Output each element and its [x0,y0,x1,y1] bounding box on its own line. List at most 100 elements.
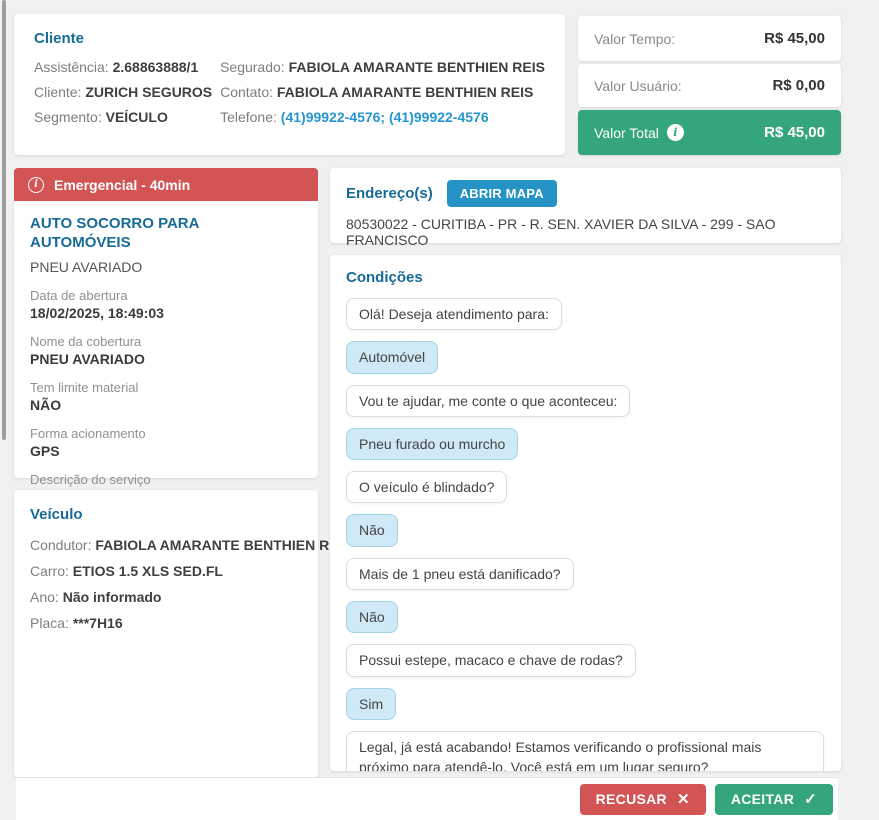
segmento-label: Segmento: [34,109,102,125]
chat-message-user: Não [346,601,825,633]
forma-acionamento-value: GPS [30,443,302,459]
limite-material-value: NÃO [30,397,302,413]
ano-field: Ano: Não informado [30,589,302,605]
valor-total-value: R$ 45,00 [764,124,825,141]
emergencial-banner-label: Emergencial - 40min [54,177,190,193]
assistencia-field: Assistência: 2.68863888/1 [34,59,220,75]
telefone-field: Telefone: (41)99922-4576; (41)99922-4576 [220,109,545,125]
segurado-label: Segurado: [220,59,285,75]
chat-bubble: Sim [346,688,396,720]
veiculo-card-title: Veículo [30,506,302,523]
endereco-card: Endereço(s) ABRIR MAPA 80530022 - CURITI… [330,168,841,243]
chat-message-user: Sim [346,688,825,720]
limite-material-field: Tem limite material NÃO [30,380,302,413]
assistencia-label: Assistência: [34,59,109,75]
valor-usuario-row: Valor Usuário: R$ 0,00 [578,64,841,107]
segurado-value: FABIOLA AMARANTE BENTHIEN REIS [289,59,545,75]
service-subtitle: PNEU AVARIADO [30,259,302,275]
nome-cobertura-field: Nome da cobertura PNEU AVARIADO [30,334,302,367]
chat-bubble: Mais de 1 pneu está danificado? [346,558,574,590]
nome-cobertura-value: PNEU AVARIADO [30,351,302,367]
segurado-field: Segurado: FABIOLA AMARANTE BENTHIEN REIS [220,59,545,75]
condutor-value: FABIOLA AMARANTE BENTHIEN REIS [95,537,351,553]
chat-message-bot: Vou te ajudar, me conte o que aconteceu: [346,385,825,417]
ano-value: Não informado [63,589,162,605]
chat-bubble: Legal, já está acabando! Estamos verific… [346,731,824,771]
cliente-label: Cliente: [34,84,81,100]
carro-label: Carro: [30,563,69,579]
cliente-value: ZURICH SEGUROS [85,84,212,100]
telefone-label: Telefone: [220,109,277,125]
chat-message-user: Pneu furado ou murcho [346,428,825,460]
service-title: AUTO SOCORRO PARA AUTOMÓVEIS [30,215,302,253]
descricao-servico-label: Descrição do serviço [30,472,302,487]
placa-value: ***7H16 [73,615,123,631]
valor-total-row: Valor Total i R$ 45,00 [578,110,841,155]
forma-acionamento-field: Forma acionamento GPS [30,426,302,459]
chat-message-user: Não [346,514,825,546]
carro-field: Carro: ETIOS 1.5 XLS SED.FL [30,563,302,579]
chat-message-user: Automóvel [346,341,825,373]
endereco-card-title: Endereço(s) [346,185,433,202]
telefone-link[interactable]: (41)99922-4576; (41)99922-4576 [281,109,489,125]
chat-bubble: Pneu furado ou murcho [346,428,518,460]
chat-bubble: O veículo é blindado? [346,471,507,503]
chat-bubble: Vou te ajudar, me conte o que aconteceu: [346,385,630,417]
chat-bubble: Automóvel [346,341,438,373]
chat-message-bot: O veículo é blindado? [346,471,825,503]
ano-label: Ano: [30,589,59,605]
chat-bubble: Não [346,514,398,546]
valor-tempo-value: R$ 45,00 [764,30,825,47]
valor-usuario-label: Valor Usuário: [594,78,682,94]
valor-tempo-row: Valor Tempo: R$ 45,00 [578,16,841,61]
placa-field: Placa: ***7H16 [30,615,302,631]
chat-bubble: Possui estepe, macaco e chave de rodas? [346,644,636,676]
condutor-field: Condutor: FABIOLA AMARANTE BENTHIEN REIS [30,537,302,553]
data-abertura-value: 18/02/2025, 18:49:03 [30,305,302,321]
x-icon: ✕ [677,790,690,808]
chat-history: Olá! Deseja atendimento para: Automóvel … [346,298,825,771]
chat-message-bot: Mais de 1 pneu está danificado? [346,558,825,590]
recusar-button[interactable]: RECUSAR ✕ [580,784,706,815]
aceitar-button-label: ACEITAR [731,791,794,807]
condutor-label: Condutor: [30,537,91,553]
cliente-card: Cliente Assistência: 2.68863888/1 Client… [14,14,565,155]
valor-total-label: Valor Total [594,125,659,141]
carro-value: ETIOS 1.5 XLS SED.FL [73,563,223,579]
check-icon: ✓ [804,790,817,808]
valor-usuario-value: R$ 0,00 [772,77,825,94]
assistencia-value: 2.68863888/1 [113,59,199,75]
footer-action-bar: RECUSAR ✕ ACEITAR ✓ [16,777,838,820]
emergencial-banner: i Emergencial - 40min [14,168,318,201]
chat-message-bot: Legal, já está acabando! Estamos verific… [346,731,825,771]
chat-bubble: Olá! Deseja atendimento para: [346,298,562,330]
endereco-address: 80530022 - CURITIBA - PR - R. SEN. XAVIE… [346,216,825,248]
cliente-card-title: Cliente [34,30,545,47]
chat-message-bot: Possui estepe, macaco e chave de rodas? [346,644,825,676]
aceitar-button[interactable]: ACEITAR ✓ [715,784,833,815]
left-scrollbar-track [2,0,6,820]
valor-tempo-label: Valor Tempo: [594,31,675,47]
condicoes-card-title: Condições [346,269,825,286]
contato-value: FABIOLA AMARANTE BENTHIEN REIS [277,84,533,100]
info-icon[interactable]: i [667,124,684,141]
service-card: AUTO SOCORRO PARA AUTOMÓVEIS PNEU AVARIA… [14,201,318,478]
segmento-value: VEÍCULO [106,109,168,125]
chat-bubble: Não [346,601,398,633]
segmento-field: Segmento: VEÍCULO [34,109,220,125]
abrir-mapa-button[interactable]: ABRIR MAPA [447,180,557,207]
limite-material-label: Tem limite material [30,380,302,395]
info-icon: i [28,177,44,193]
contato-field: Contato: FABIOLA AMARANTE BENTHIEN REIS [220,84,545,100]
veiculo-card: Veículo Condutor: FABIOLA AMARANTE BENTH… [14,490,318,777]
nome-cobertura-label: Nome da cobertura [30,334,302,349]
chat-message-bot: Olá! Deseja atendimento para: [346,298,825,330]
contato-label: Contato: [220,84,273,100]
recusar-button-label: RECUSAR [596,791,667,807]
left-scrollbar-thumb[interactable] [2,0,6,440]
cliente-field: Cliente: ZURICH SEGUROS [34,84,220,100]
data-abertura-field: Data de abertura 18/02/2025, 18:49:03 [30,288,302,321]
placa-label: Placa: [30,615,69,631]
forma-acionamento-label: Forma acionamento [30,426,302,441]
condicoes-card: Condições Olá! Deseja atendimento para: … [330,255,841,771]
